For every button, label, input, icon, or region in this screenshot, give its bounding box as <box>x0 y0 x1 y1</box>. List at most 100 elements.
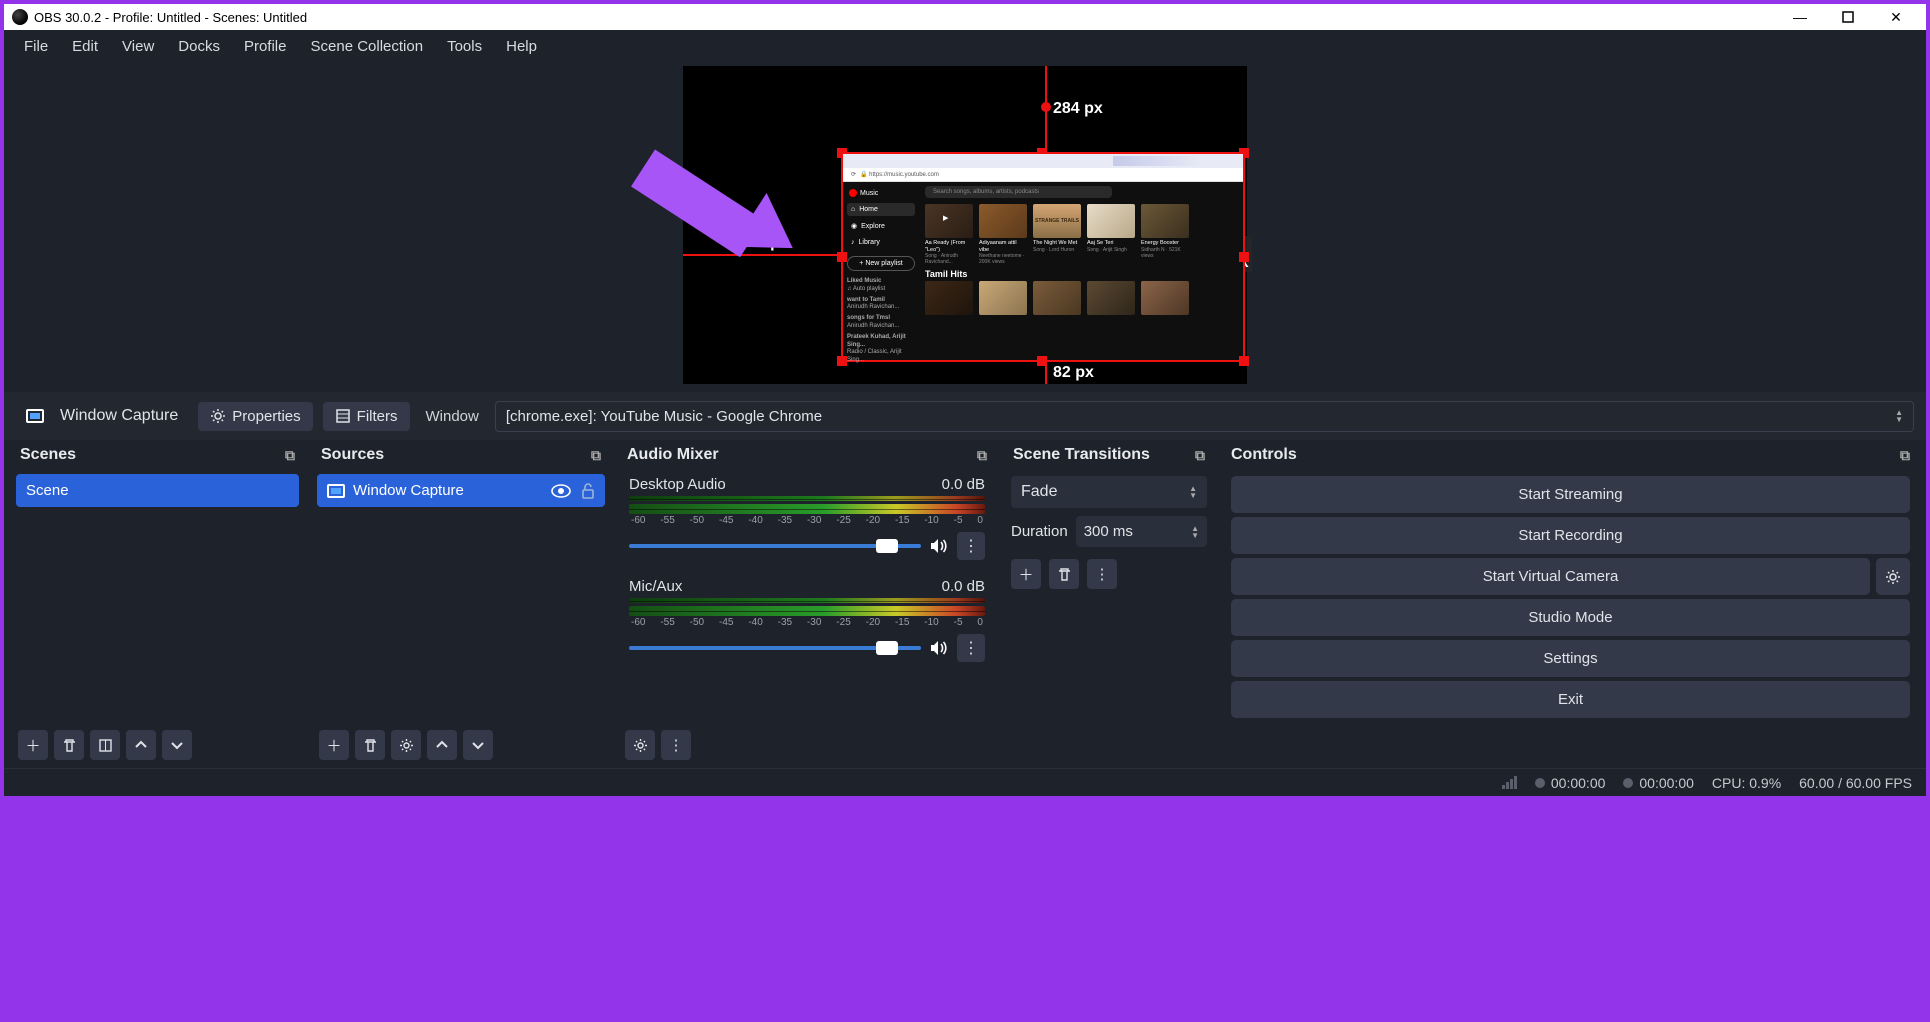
menu-edit[interactable]: Edit <box>60 34 110 59</box>
network-icon <box>1502 776 1517 789</box>
scenes-popout-icon[interactable]: ⧉ <box>285 447 295 464</box>
mixer-ch1-slider[interactable] <box>629 544 921 548</box>
ytm-new-playlist: + New playlist <box>847 256 915 271</box>
minimize-button[interactable]: — <box>1778 5 1822 29</box>
gear-icon <box>210 408 226 424</box>
menu-tools[interactable]: Tools <box>435 34 494 59</box>
crop-handle-ml[interactable] <box>837 252 847 262</box>
transition-menu-button[interactable]: ⋮ <box>1087 559 1117 589</box>
ytm-nav-library: ♪Library <box>847 236 915 249</box>
transitions-dock: Scene Transitions ⧉ Fade▲▼ Duration 300 m… <box>1003 440 1215 768</box>
audio-mixer-dock: Audio Mixer ⧉ Desktop Audio 0.0 dB -60-55-… <box>617 440 997 768</box>
sources-title: Sources <box>321 446 384 464</box>
transitions-title: Scene Transitions <box>1013 446 1150 464</box>
scene-item[interactable]: Scene <box>16 474 299 507</box>
close-button[interactable]: ✕ <box>1874 5 1918 29</box>
crop-handle-br[interactable] <box>1239 356 1249 366</box>
filters-icon <box>335 408 351 424</box>
transition-remove-button[interactable] <box>1049 559 1079 589</box>
maximize-button[interactable] <box>1826 5 1870 29</box>
lock-toggle[interactable] <box>581 483 595 499</box>
scene-add-button[interactable]: ＋ <box>18 730 48 760</box>
controls-popout-icon[interactable]: ⧉ <box>1900 447 1910 464</box>
mixer-ch1-name: Desktop Audio <box>629 476 726 493</box>
mixer-advanced-button[interactable] <box>625 730 655 760</box>
settings-button[interactable]: Settings <box>1231 640 1910 677</box>
mixer-ch2-meter <box>629 598 985 603</box>
mixer-ch2-name: Mic/Aux <box>629 578 682 595</box>
source-properties-button[interactable] <box>391 730 421 760</box>
properties-button[interactable]: Properties <box>198 402 312 431</box>
sources-dock: Sources ⧉ Window Capture ＋ <box>311 440 611 768</box>
visibility-toggle[interactable] <box>551 484 571 498</box>
vcam-settings-button[interactable] <box>1876 558 1910 595</box>
mixer-ch2-db: 0.0 dB <box>942 578 985 595</box>
ytm-nav-home: ⌂Home <box>847 203 915 216</box>
filters-button[interactable]: Filters <box>323 402 410 431</box>
studio-mode-button[interactable]: Studio Mode <box>1231 599 1910 636</box>
mixer-popout-icon[interactable]: ⧉ <box>977 447 987 464</box>
crop-label-bottom: 82 px <box>1053 364 1094 382</box>
scene-remove-button[interactable] <box>54 730 84 760</box>
chevron-updown-icon: ▲▼ <box>1183 525 1199 539</box>
sources-popout-icon[interactable]: ⧉ <box>591 447 601 464</box>
preview-canvas[interactable]: 284 px 547 px 82 px 2 px ⟳🔒 https://musi… <box>683 66 1247 384</box>
menu-scene-collection[interactable]: Scene Collection <box>299 34 436 59</box>
window-title: OBS 30.0.2 - Profile: Untitled - Scenes:… <box>34 10 1772 25</box>
menu-docks[interactable]: Docks <box>166 34 232 59</box>
scenes-title: Scenes <box>20 446 76 464</box>
browser-tabs <box>843 154 1243 168</box>
crop-handle-bl[interactable] <box>837 356 847 366</box>
start-streaming-button[interactable]: Start Streaming <box>1231 476 1910 513</box>
crop-handle-top[interactable] <box>1041 102 1051 112</box>
source-up-button[interactable] <box>427 730 457 760</box>
scene-down-button[interactable] <box>162 730 192 760</box>
start-recording-button[interactable]: Start Recording <box>1231 517 1910 554</box>
source-down-button[interactable] <box>463 730 493 760</box>
crop-handle-bm[interactable] <box>1037 356 1047 366</box>
window-dropdown[interactable]: [chrome.exe]: YouTube Music - Google Chr… <box>495 401 1914 432</box>
mixer-ch1-mute[interactable] <box>929 538 949 554</box>
window-label: Window <box>420 408 485 425</box>
mixer-ch2-slider[interactable] <box>629 646 921 650</box>
scene-filter-button[interactable] <box>90 730 120 760</box>
transition-add-button[interactable]: ＋ <box>1011 559 1041 589</box>
mixer-ch2-mute[interactable] <box>929 640 949 656</box>
source-remove-button[interactable] <box>355 730 385 760</box>
menubar: File Edit View Docks Profile Scene Colle… <box>4 30 1926 62</box>
record-status: 00:00:00 <box>1623 775 1694 791</box>
preview-area[interactable]: 284 px 547 px 82 px 2 px ⟳🔒 https://musi… <box>4 62 1926 392</box>
menu-help[interactable]: Help <box>494 34 549 59</box>
source-add-button[interactable]: ＋ <box>319 730 349 760</box>
exit-button[interactable]: Exit <box>1231 681 1910 718</box>
mixer-ch1-meter <box>629 496 985 501</box>
chevron-updown-icon: ▲▼ <box>1887 409 1903 423</box>
mixer-ch2-meter2 <box>629 606 985 616</box>
menu-view[interactable]: View <box>110 34 166 59</box>
mixer-title: Audio Mixer <box>627 446 719 464</box>
selected-source-chip: Window Capture <box>16 403 188 429</box>
annotation-arrowhead-icon <box>732 193 810 275</box>
duration-input[interactable]: 300 ms▲▼ <box>1076 516 1207 547</box>
crop-label-top: 284 px <box>1053 100 1103 118</box>
captured-source[interactable]: ⟳🔒 https://music.youtube.com Music ⌂Home… <box>841 152 1245 362</box>
scenes-dock: Scenes ⧉ Scene ＋ <box>10 440 305 768</box>
mixer-menu-button[interactable]: ⋮ <box>661 730 691 760</box>
source-item[interactable]: Window Capture <box>317 474 605 507</box>
statusbar: 00:00:00 00:00:00 CPU: 0.9% 60.00 / 60.0… <box>4 768 1926 796</box>
duration-label: Duration <box>1011 523 1068 540</box>
mixer-scale-2: -60-55-50-45-40-35-30-25-20-15-10-50 <box>629 617 985 628</box>
source-toolbar: Window Capture Properties Filters Window… <box>4 392 1926 440</box>
titlebar: OBS 30.0.2 - Profile: Untitled - Scenes:… <box>4 4 1926 30</box>
menu-file[interactable]: File <box>12 34 60 59</box>
ytm-nav-explore: ◉Explore <box>847 219 915 233</box>
browser-urlbar: ⟳🔒 https://music.youtube.com <box>843 168 1243 182</box>
mixer-ch2-menu[interactable]: ⋮ <box>957 634 985 662</box>
menu-profile[interactable]: Profile <box>232 34 299 59</box>
start-vcam-button[interactable]: Start Virtual Camera <box>1231 558 1870 595</box>
crop-handle-mr[interactable] <box>1239 252 1249 262</box>
transitions-popout-icon[interactable]: ⧉ <box>1195 447 1205 464</box>
transition-select[interactable]: Fade▲▼ <box>1011 476 1207 508</box>
mixer-ch1-menu[interactable]: ⋮ <box>957 532 985 560</box>
scene-up-button[interactable] <box>126 730 156 760</box>
